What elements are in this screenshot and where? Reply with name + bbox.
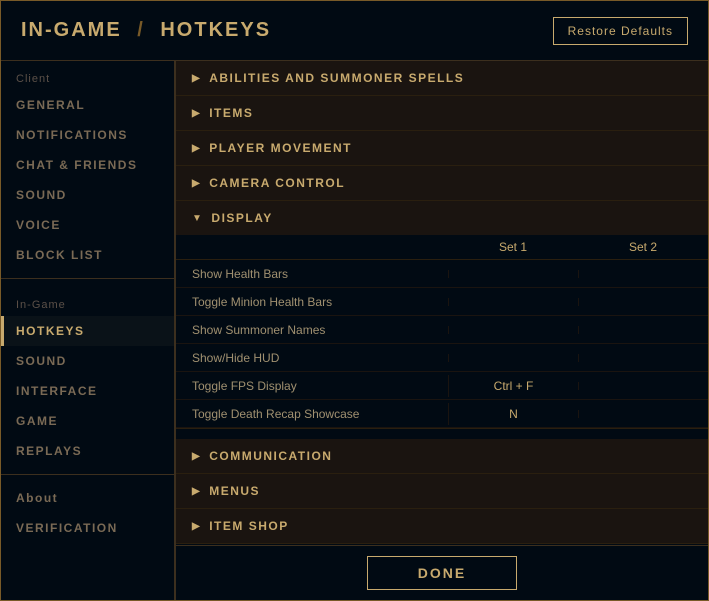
accordion-abilities[interactable]: ▶ ABILITIES AND SUMMONER SPELLS [176,61,708,96]
accordion-menus-label: MENUS [209,484,260,498]
hotkey-cell-set2[interactable] [578,410,708,418]
header: IN-GAME / HOTKEYS Restore Defaults [1,1,708,61]
accordion-communication-header[interactable]: ▶ COMMUNICATION [176,439,708,473]
sidebar-item-interface[interactable]: INTERFACE [1,376,174,406]
table-row: Toggle Minion Health Bars [176,288,708,316]
content-area: ▶ ABILITIES AND SUMMONER SPELLS ▶ ITEMS … [176,61,708,600]
hotkey-cell-set1[interactable] [448,326,578,334]
hotkey-cell-set1[interactable] [448,354,578,362]
title-slash: / [137,19,145,41]
spacer [176,429,708,439]
accordion-items-label: ITEMS [209,106,253,120]
chevron-right-icon-menus: ▶ [192,486,201,497]
sidebar-item-verification[interactable]: VERIFICATION [1,513,174,543]
accordion-items[interactable]: ▶ ITEMS [176,96,708,131]
accordion-communication[interactable]: ▶ COMMUNICATION [176,439,708,474]
sidebar-item-replays[interactable]: REPLAYS [1,436,174,466]
page-title: IN-GAME / HOTKEYS [21,19,271,42]
accordion-abilities-header[interactable]: ▶ ABILITIES AND SUMMONER SPELLS [176,61,708,95]
sidebar-item-game[interactable]: GAME [1,406,174,436]
accordion-item-shop-label: ITEM SHOP [209,519,289,533]
accordion-communication-label: COMMUNICATION [209,449,332,463]
sidebar-divider-1 [1,278,174,279]
accordion-camera-control-header[interactable]: ▶ CAMERA CONTROL [176,166,708,200]
accordion-item-shop-header[interactable]: ▶ ITEM SHOP [176,509,708,543]
sidebar-item-sound-ingame[interactable]: SOUND [1,346,174,376]
hotkey-cell-set2[interactable] [578,382,708,390]
hotkey-cell-set1[interactable] [448,298,578,306]
accordion-item-shop[interactable]: ▶ ITEM SHOP [176,509,708,544]
accordion-player-movement-header[interactable]: ▶ PLAYER MOVEMENT [176,131,708,165]
footer: DONE [176,545,708,600]
table-row: Show/Hide HUD [176,344,708,372]
accordion-display-label: DISPLAY [211,211,272,225]
sidebar-item-voice[interactable]: VOICE [1,210,174,240]
hotkey-row-name: Show Health Bars [176,261,448,287]
accordion-display-header[interactable]: ▼ DISPLAY [176,201,708,235]
hotkey-cell-set2[interactable] [578,298,708,306]
sidebar-item-general[interactable]: GENERAL [1,90,174,120]
accordion-player-movement-label: PLAYER MOVEMENT [209,141,352,155]
hotkey-row-name: Show/Hide HUD [176,345,448,371]
accordion-display[interactable]: ▼ DISPLAY Set 1 Set 2 Show Health Bars [176,201,708,429]
title-prefix: IN-GAME [21,19,122,41]
client-section-label: Client [1,61,174,90]
sidebar-item-block-list[interactable]: BLOCK LIST [1,240,174,270]
hotkey-cell-set2[interactable] [578,270,708,278]
hotkey-col-name-label [176,240,448,254]
hotkey-cell-set2[interactable] [578,326,708,334]
app-frame: IN-GAME / HOTKEYS Restore Defaults Clien… [0,0,709,601]
chevron-right-icon-comm: ▶ [192,451,201,462]
accordion-menus-header[interactable]: ▶ MENUS [176,474,708,508]
chevron-right-icon: ▶ [192,73,201,84]
hotkey-set2-header: Set 2 [578,240,708,254]
sidebar-item-hotkeys[interactable]: HOTKEYS [1,316,174,346]
table-row: Toggle Death Recap Showcase N [176,400,708,428]
chevron-right-icon-shop: ▶ [192,521,201,532]
done-button[interactable]: DONE [367,556,517,590]
hotkey-row-name: Toggle Death Recap Showcase [176,401,448,427]
chevron-down-icon-display: ▼ [192,213,203,224]
hotkey-row-name: Show Summoner Names [176,317,448,343]
hotkey-cell-set1[interactable]: Ctrl + F [448,375,578,397]
hotkey-row-name: Toggle FPS Display [176,373,448,399]
hotkey-table-header: Set 1 Set 2 [176,235,708,260]
accordion-menus[interactable]: ▶ MENUS [176,474,708,509]
accordion-camera-control-label: CAMERA CONTROL [209,176,345,190]
chevron-right-icon-items: ▶ [192,108,201,119]
restore-defaults-button[interactable]: Restore Defaults [553,17,688,45]
accordion-camera-control[interactable]: ▶ CAMERA CONTROL [176,166,708,201]
chevron-right-icon-movement: ▶ [192,143,201,154]
title-highlight: HOTKEYS [160,19,271,41]
table-row: Show Summoner Names [176,316,708,344]
hotkey-cell-set2[interactable] [578,354,708,362]
accordion-items-header[interactable]: ▶ ITEMS [176,96,708,130]
hotkey-row-name: Toggle Minion Health Bars [176,289,448,315]
accordion-abilities-label: ABILITIES AND SUMMONER SPELLS [209,71,464,85]
sidebar-item-about[interactable]: About [1,483,174,513]
hotkey-cell-set1[interactable]: N [448,403,578,425]
table-row: Show Health Bars [176,260,708,288]
table-row: Toggle FPS Display Ctrl + F [176,372,708,400]
content-scroll[interactable]: ▶ ABILITIES AND SUMMONER SPELLS ▶ ITEMS … [176,61,708,545]
sidebar-item-sound-client[interactable]: SOUND [1,180,174,210]
sidebar-item-notifications[interactable]: NOTIFICATIONS [1,120,174,150]
accordion-player-movement[interactable]: ▶ PLAYER MOVEMENT [176,131,708,166]
hotkey-set1-header: Set 1 [448,240,578,254]
sidebar: Client GENERAL NOTIFICATIONS CHAT & FRIE… [1,61,176,600]
sidebar-divider-2 [1,474,174,475]
hotkey-cell-set1[interactable] [448,270,578,278]
chevron-right-icon-camera: ▶ [192,178,201,189]
main-layout: Client GENERAL NOTIFICATIONS CHAT & FRIE… [1,61,708,600]
sidebar-item-chat-friends[interactable]: CHAT & FRIENDS [1,150,174,180]
ingame-section-label: In-Game [1,287,174,316]
